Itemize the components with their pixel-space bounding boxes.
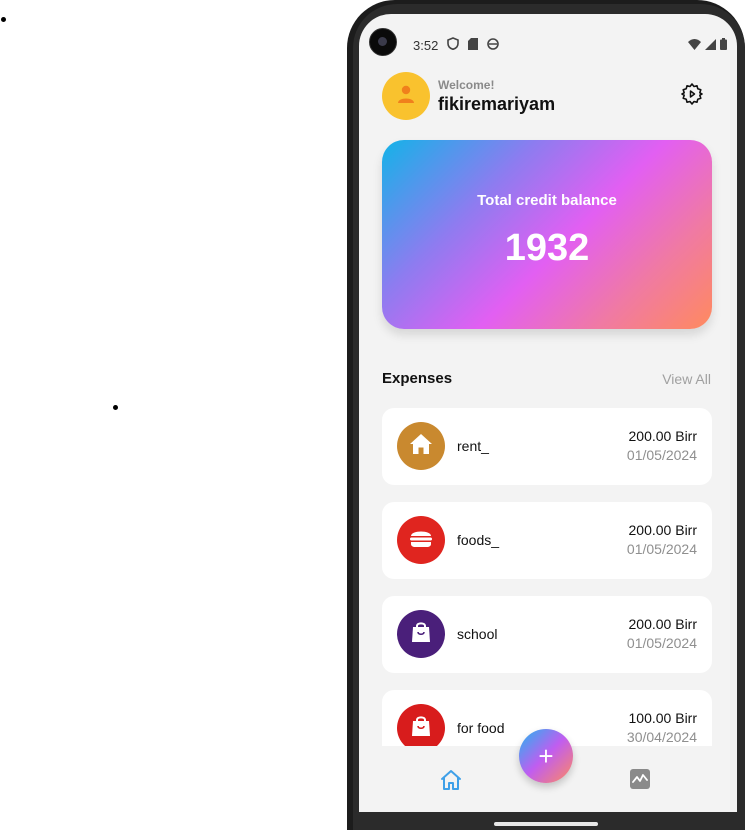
username: fikiremariyam: [438, 94, 556, 114]
status-bar: 3:52: [359, 14, 737, 62]
sd-card-icon: [468, 37, 478, 55]
expense-amount: 200.00 Birr: [628, 522, 697, 538]
welcome-text: Welcome!: [438, 78, 495, 92]
expense-item-school[interactable]: school 200.00 Birr 01/05/2024: [382, 596, 712, 673]
view-all-link[interactable]: View All: [662, 371, 711, 387]
shield-icon: [447, 37, 459, 55]
home-indicator[interactable]: [494, 822, 598, 826]
signal-icon: [705, 37, 716, 55]
expense-date: 01/05/2024: [626, 635, 697, 651]
expense-date: 01/05/2024: [626, 447, 697, 463]
stray-dot: [113, 405, 118, 410]
expense-name: for food: [457, 720, 505, 736]
expense-icon-bg: [397, 516, 445, 564]
balance-label: Total credit balance: [477, 192, 617, 209]
status-system-icons: [688, 37, 727, 55]
expense-list: rent_ 200.00 Birr 01/05/2024 foods_ 200.…: [382, 408, 712, 746]
plus-icon: +: [538, 741, 554, 771]
gear-icon: [680, 82, 704, 111]
shopping-bag-icon: [410, 620, 432, 649]
app-header: Welcome! fikiremariyam: [382, 72, 714, 122]
status-notification-icons: [447, 37, 499, 55]
shopping-bag-icon: [410, 714, 432, 743]
status-time: 3:52: [413, 38, 439, 53]
expense-icon-bg: [397, 610, 445, 658]
expense-icon-bg: [397, 704, 445, 746]
add-expense-button[interactable]: +: [519, 729, 573, 783]
expense-date: 30/04/2024: [626, 729, 697, 745]
nav-stats-button[interactable]: [629, 768, 653, 792]
stats-chart-icon: [629, 769, 651, 794]
balance-card: Total credit balance 1932: [382, 140, 712, 329]
home-icon: [439, 770, 463, 796]
expenses-title: Expenses: [382, 370, 453, 387]
expense-item-rent[interactable]: rent_ 200.00 Birr 01/05/2024: [382, 408, 712, 485]
nav-home-button[interactable]: [439, 768, 463, 792]
wifi-icon: [688, 37, 701, 55]
expense-amount: 200.00 Birr: [628, 616, 697, 632]
phone-frame: 3:52 Welcome! fikiremariyam Total credit…: [347, 0, 745, 830]
expense-amount: 100.00 Birr: [628, 710, 697, 726]
expense-date: 01/05/2024: [626, 541, 697, 557]
stray-dot: [1, 17, 6, 22]
expense-item-foods[interactable]: foods_ 200.00 Birr 01/05/2024: [382, 502, 712, 579]
expense-name: rent_: [457, 438, 489, 454]
front-camera: [369, 28, 397, 56]
settings-button[interactable]: [678, 82, 706, 110]
burger-icon: [409, 527, 433, 554]
expense-name: school: [457, 626, 498, 642]
app-face-icon: [487, 37, 499, 55]
avatar[interactable]: [382, 72, 430, 120]
expense-amount: 200.00 Birr: [628, 428, 697, 444]
expense-name: foods_: [457, 532, 500, 548]
home-icon: [409, 433, 433, 460]
balance-value: 1932: [504, 227, 590, 269]
expense-icon-bg: [397, 422, 445, 470]
user-icon: [396, 84, 416, 109]
app-screen: 3:52 Welcome! fikiremariyam Total credit…: [359, 14, 737, 812]
battery-icon: [720, 37, 727, 55]
